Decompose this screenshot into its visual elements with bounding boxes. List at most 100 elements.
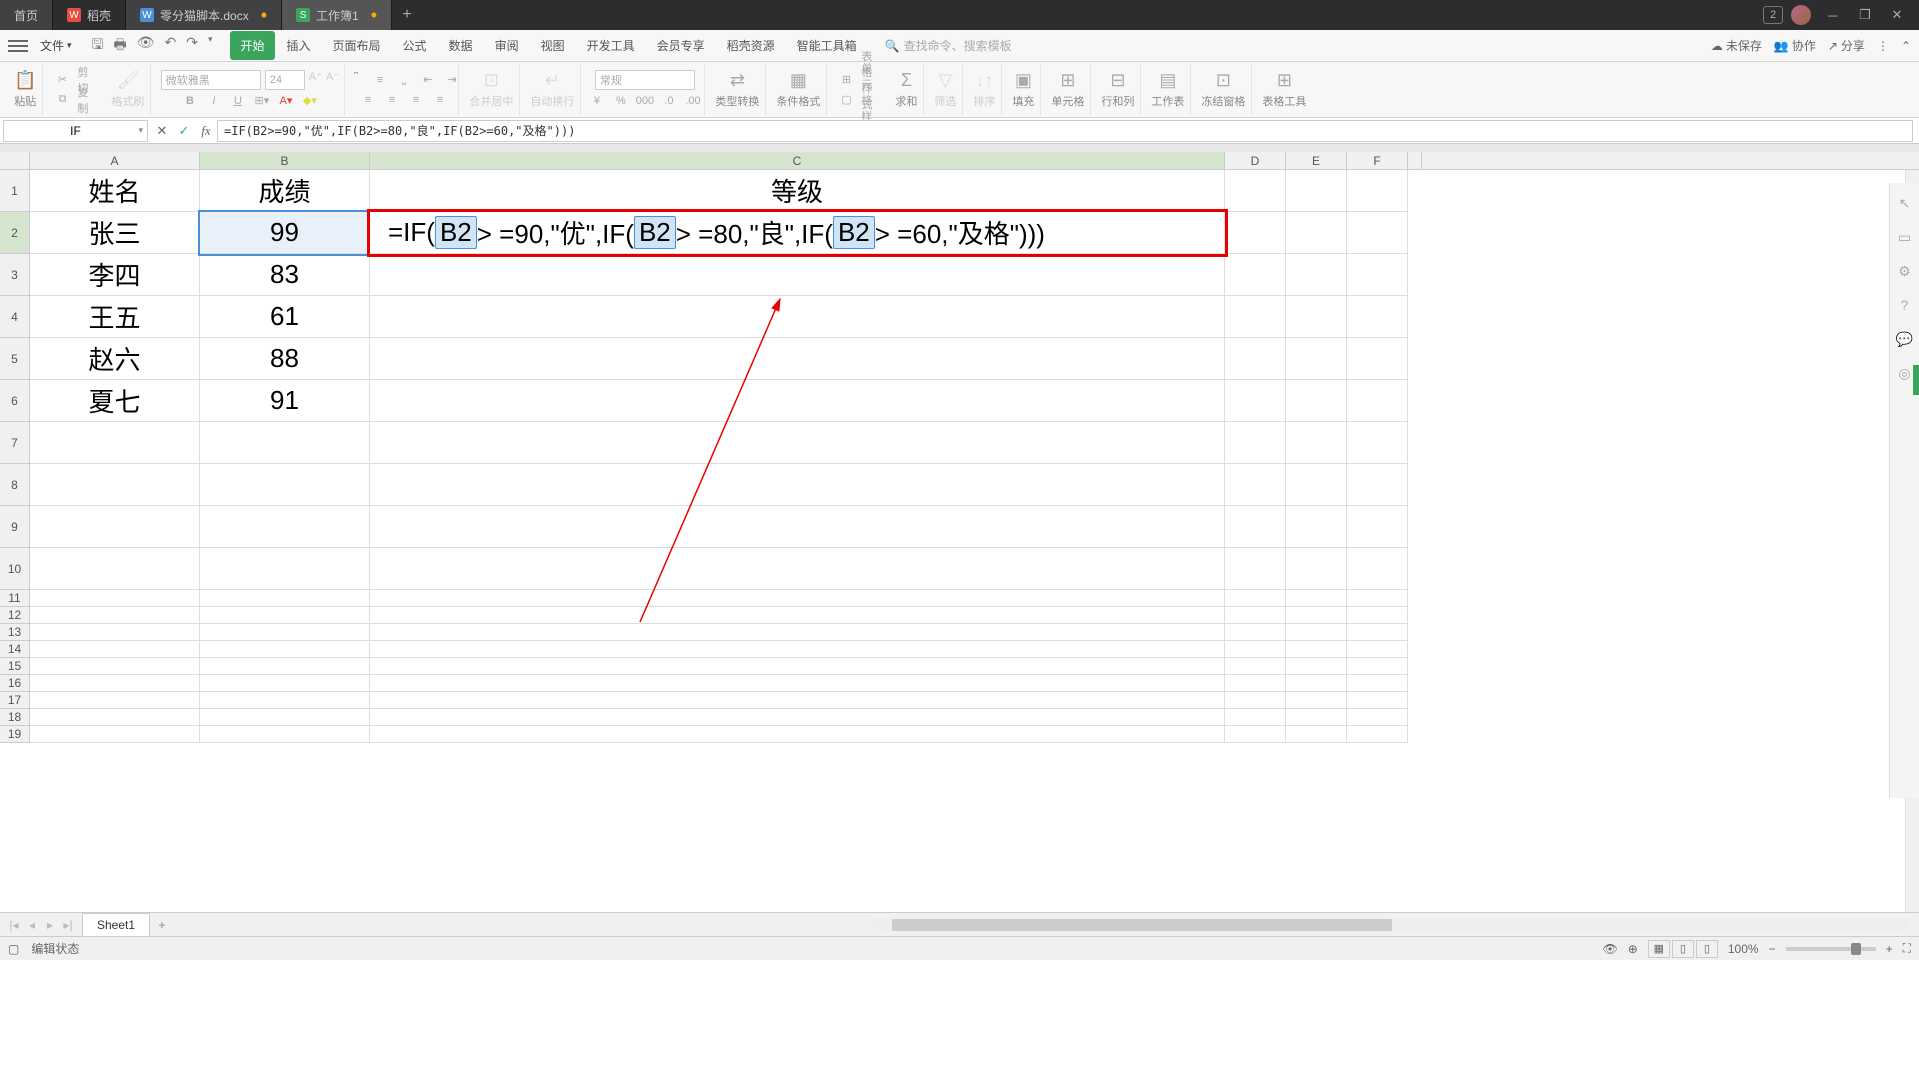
filter-group[interactable]: ▽筛选 <box>928 64 963 116</box>
cell[interactable] <box>200 709 370 726</box>
rowhdr-3[interactable]: 3 <box>0 254 30 296</box>
cell[interactable] <box>30 726 200 743</box>
rowhdr-12[interactable]: 12 <box>0 607 30 624</box>
cell-F2[interactable] <box>1347 212 1408 254</box>
cell[interactable] <box>1286 607 1347 624</box>
hamburger-icon[interactable] <box>8 36 28 56</box>
font-color-icon[interactable]: A▾ <box>277 92 295 110</box>
bold-icon[interactable]: B <box>181 92 199 110</box>
tab-pagelayout[interactable]: 页面布局 <box>323 31 391 60</box>
cell[interactable] <box>370 590 1225 607</box>
zoom-slider[interactable] <box>1786 947 1876 951</box>
cell[interactable] <box>200 548 370 590</box>
number-format-select[interactable]: 常规 <box>595 70 695 90</box>
indent-inc-icon[interactable]: ⇥ <box>443 71 461 89</box>
align-bot-icon[interactable]: ⎵ <box>395 71 413 89</box>
wrap-group[interactable]: ↵自动换行 <box>524 64 581 116</box>
cell[interactable] <box>30 675 200 692</box>
minimize-button[interactable]: ─ <box>1819 1 1847 29</box>
cell[interactable] <box>30 624 200 641</box>
cell-D2[interactable] <box>1225 212 1286 254</box>
tab-aitools[interactable]: 智能工具箱 <box>787 31 867 60</box>
cell[interactable] <box>1286 675 1347 692</box>
currency-icon[interactable]: ¥ <box>588 92 606 110</box>
font-name-select[interactable]: 微软雅黑 <box>161 70 261 90</box>
cancel-formula-icon[interactable]: ✕ <box>151 123 173 139</box>
cell[interactable] <box>1347 641 1408 658</box>
rowhdr-4[interactable]: 4 <box>0 296 30 338</box>
colhdr-D[interactable]: D <box>1225 152 1286 169</box>
tab-docx[interactable]: W零分猫脚本.docx• <box>126 0 282 30</box>
zoom-in-button[interactable]: + <box>1886 942 1893 956</box>
cell[interactable] <box>1286 548 1347 590</box>
tab-dev[interactable]: 开发工具 <box>577 31 645 60</box>
cell[interactable] <box>1347 692 1408 709</box>
cell-A6[interactable]: 夏七 <box>30 380 200 422</box>
cell[interactable] <box>1225 692 1286 709</box>
cut-icon[interactable]: ✂ <box>53 71 71 89</box>
cell[interactable] <box>1347 607 1408 624</box>
cell[interactable] <box>1286 464 1347 506</box>
view-pagebreak-icon[interactable]: ▯ <box>1696 940 1718 958</box>
undo-icon[interactable]: ↶ <box>164 34 176 58</box>
command-search[interactable]: 🔍 查找命令、搜索模板 <box>885 37 1015 54</box>
tab-resource[interactable]: 稻壳资源 <box>717 31 785 60</box>
tab-review[interactable]: 审阅 <box>485 31 529 60</box>
sheet-first-icon[interactable]: |◂ <box>6 918 22 932</box>
indent-dec-icon[interactable]: ⇤ <box>419 71 437 89</box>
fx-icon[interactable]: fx <box>195 123 217 139</box>
underline-icon[interactable]: U <box>229 92 247 110</box>
rowhdr-13[interactable]: 13 <box>0 624 30 641</box>
cell[interactable] <box>1347 709 1408 726</box>
tab-start[interactable]: 开始 <box>230 31 274 60</box>
rowhdr-2[interactable]: 2 <box>0 212 30 254</box>
cell-E5[interactable] <box>1286 338 1347 380</box>
cell[interactable] <box>200 464 370 506</box>
name-box[interactable]: IF <box>3 120 148 142</box>
preview-icon[interactable]: 👁 <box>137 34 155 58</box>
tab-workbook[interactable]: S工作簿1• <box>282 0 392 30</box>
condformat-group[interactable]: ▦条件格式 <box>770 64 827 116</box>
share-button[interactable]: ↗分享 <box>1828 37 1865 54</box>
cell[interactable] <box>30 506 200 548</box>
cell[interactable] <box>1347 548 1408 590</box>
cell[interactable] <box>200 590 370 607</box>
cell-A2[interactable]: 张三 <box>30 212 200 254</box>
rowhdr-16[interactable]: 16 <box>0 675 30 692</box>
rowhdr-1[interactable]: 1 <box>0 170 30 212</box>
select-icon[interactable]: ▭ <box>1895 227 1915 247</box>
cell[interactable] <box>1225 464 1286 506</box>
eye-icon[interactable]: 👁 <box>1603 942 1618 956</box>
cell[interactable] <box>370 692 1225 709</box>
sheet-prev-icon[interactable]: ◂ <box>24 918 40 932</box>
cell[interactable] <box>200 692 370 709</box>
cell[interactable] <box>200 422 370 464</box>
settings-icon[interactable]: ⚙ <box>1895 261 1915 281</box>
cell[interactable] <box>1286 726 1347 743</box>
tab-formula[interactable]: 公式 <box>393 31 437 60</box>
cell-E1[interactable] <box>1286 170 1347 212</box>
fullscreen-icon[interactable]: ⛶ <box>1903 941 1911 956</box>
horizontal-scrollbar[interactable] <box>874 918 1909 932</box>
align-center-icon[interactable]: ≡ <box>383 91 401 109</box>
cell[interactable] <box>200 726 370 743</box>
cell[interactable] <box>1225 422 1286 464</box>
cell-F4[interactable] <box>1347 296 1408 338</box>
record-icon[interactable]: ▢ <box>8 942 19 956</box>
tablestyle-icon[interactable]: ⊞ <box>837 71 855 89</box>
cell-C4[interactable] <box>370 296 1225 338</box>
cell[interactable] <box>200 658 370 675</box>
cell-B3[interactable]: 83 <box>200 254 370 296</box>
cellstyle-icon[interactable]: ▢ <box>837 91 855 109</box>
rowhdr-19[interactable]: 19 <box>0 726 30 743</box>
cell-C3[interactable] <box>370 254 1225 296</box>
redo-icon[interactable]: ↷ <box>186 34 198 58</box>
select-all-corner[interactable] <box>0 152 30 169</box>
cell[interactable] <box>1225 709 1286 726</box>
align-right-icon[interactable]: ≡ <box>407 91 425 109</box>
cell[interactable] <box>1286 590 1347 607</box>
paste-group[interactable]: 📋粘贴 <box>8 64 43 116</box>
cell[interactable] <box>1225 658 1286 675</box>
sheet-next-icon[interactable]: ▸ <box>42 918 58 932</box>
close-button[interactable]: ✕ <box>1883 1 1911 29</box>
